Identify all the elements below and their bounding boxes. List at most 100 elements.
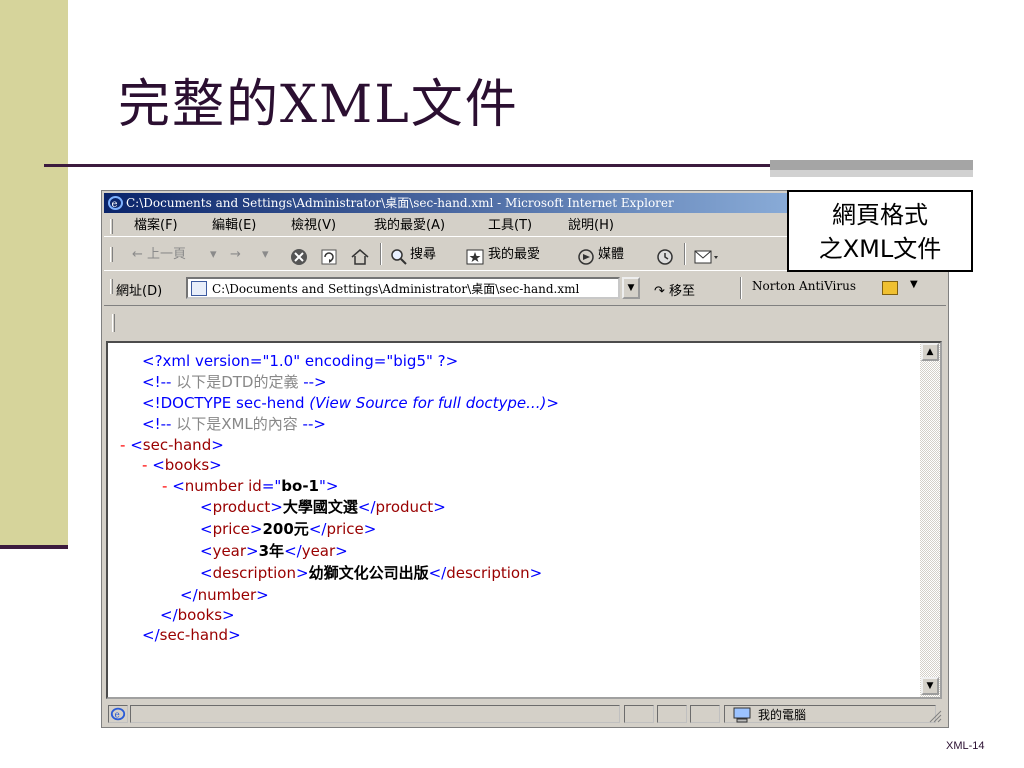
- callout-line-1: 網頁格式: [832, 201, 928, 229]
- search-button[interactable]: 搜尋: [410, 245, 436, 265]
- address-value[interactable]: C:\Documents and Settings\Administrator\…: [212, 280, 602, 297]
- tag-name: description: [446, 564, 530, 582]
- resize-grip-icon[interactable]: [928, 709, 942, 723]
- stop-icon[interactable]: [290, 247, 308, 267]
- status-bar: e 我的電腦: [104, 703, 946, 725]
- favorites-icon: [466, 249, 484, 265]
- tag-name: sec-hand: [142, 436, 212, 454]
- menu-edit[interactable]: 編輯(E): [212, 215, 256, 237]
- media-button[interactable]: 媒體: [598, 245, 624, 265]
- menu-favorites[interactable]: 我的最愛(A): [374, 215, 445, 237]
- tag-name: year: [212, 542, 247, 560]
- tag-name: books: [177, 606, 223, 624]
- back-button[interactable]: ← 上一頁: [132, 245, 186, 265]
- chevron-down-icon[interactable]: ▼: [910, 279, 918, 290]
- tag-name: price: [212, 520, 250, 538]
- go-arrow-icon: ↷: [654, 284, 665, 299]
- mail-icon[interactable]: [694, 247, 720, 267]
- element-value: 大學國文選: [282, 498, 358, 516]
- scroll-down-button[interactable]: ▼: [921, 677, 939, 695]
- norton-antivirus-label[interactable]: Norton AntiVirus: [752, 279, 856, 293]
- toolbar-grip[interactable]: [110, 247, 113, 262]
- menu-grip[interactable]: [110, 219, 113, 234]
- computer-icon: [733, 707, 751, 723]
- collapse-toggle[interactable]: -: [142, 456, 147, 474]
- slide-title: 完整的XML文件: [118, 75, 519, 135]
- refresh-icon[interactable]: [320, 247, 338, 267]
- doctype-open: <!DOCTYPE sec-hend: [142, 394, 310, 412]
- xml-close-number: </number>: [180, 586, 269, 604]
- media-icon: [578, 249, 594, 265]
- menu-tools[interactable]: 工具(T): [488, 215, 532, 237]
- norton-icon[interactable]: [882, 281, 898, 295]
- search-icon: [391, 249, 407, 265]
- svg-text:e: e: [112, 199, 118, 210]
- slide-left-accent-bar: [0, 0, 68, 548]
- document-view[interactable]: <?xml version="1.0" encoding="big5" ?> <…: [106, 341, 942, 699]
- tag-name: number: [184, 477, 244, 495]
- security-zone-label: 我的電腦: [758, 708, 807, 722]
- menu-help[interactable]: 說明(H): [568, 215, 614, 237]
- address-bar: 網址(D) C:\Documents and Settings\Administ…: [104, 273, 946, 303]
- toolbar-separator: [684, 243, 686, 265]
- doctype-close: >: [546, 394, 559, 412]
- view-source-link[interactable]: (View Source for full doctype...): [309, 394, 546, 412]
- status-text-panel: [130, 705, 620, 723]
- page-icon: [191, 281, 207, 296]
- callout-line-2: 之XML文件: [818, 235, 942, 263]
- back-dropdown-button[interactable]: ▾: [210, 245, 217, 265]
- xml-close-books: </books>: [160, 606, 235, 624]
- favorites-button[interactable]: 我的最愛: [488, 245, 540, 265]
- svg-text:e: e: [114, 711, 119, 721]
- comment-close: -->: [302, 415, 326, 433]
- tag-name: sec-hand: [159, 626, 229, 644]
- address-label: 網址(D): [116, 284, 163, 299]
- toolbar-separator: [380, 243, 382, 265]
- xml-element-year: <year>3年</year>: [200, 542, 348, 560]
- collapse-toggle[interactable]: -: [162, 477, 167, 495]
- element-value: 200元: [262, 520, 309, 538]
- tag-name: year: [301, 542, 336, 560]
- tag-name: product: [375, 498, 434, 516]
- home-icon[interactable]: [350, 247, 370, 267]
- ie-page-icon: e: [108, 705, 128, 723]
- comment-close: -->: [303, 373, 327, 391]
- element-value: 3年: [258, 542, 285, 560]
- address-dropdown-button[interactable]: ▼: [622, 277, 640, 299]
- go-button[interactable]: ↷ 移至: [654, 280, 695, 299]
- element-value: 幼獅文化公司出版: [308, 564, 429, 582]
- scroll-up-button[interactable]: ▲: [921, 343, 939, 361]
- slide-left-accent-rule: [0, 545, 68, 549]
- menu-file[interactable]: 檔案(F): [134, 215, 178, 237]
- comment-open: <!--: [142, 415, 172, 433]
- menu-view[interactable]: 檢視(V): [291, 215, 336, 237]
- go-label: 移至: [669, 284, 696, 299]
- attribute-name: id: [248, 477, 262, 495]
- forward-button[interactable]: →: [230, 245, 241, 265]
- vertical-scrollbar[interactable]: ▲ ▼: [920, 343, 940, 697]
- status-zone-panel: [724, 705, 936, 723]
- comment-open: <!--: [142, 373, 172, 391]
- xml-declaration: <?xml version="1.0" encoding="big5" ?>: [142, 351, 458, 371]
- address-input[interactable]: C:\Documents and Settings\Administrator\…: [186, 277, 620, 299]
- address-grip[interactable]: [110, 279, 113, 294]
- title-rule-accent-light: [770, 170, 973, 177]
- tag-name: product: [212, 498, 271, 516]
- ie-logo-icon: e: [108, 196, 123, 210]
- xml-element-sec-hand: - <sec-hand>: [120, 436, 224, 454]
- history-icon[interactable]: [654, 247, 676, 267]
- tag-name: price: [326, 520, 364, 538]
- tag-name: description: [212, 564, 296, 582]
- links-grip[interactable]: [112, 314, 115, 332]
- comment-text: 以下是XML的內容: [171, 415, 303, 433]
- xml-close-sec-hand: </sec-hand>: [142, 626, 241, 644]
- title-rule-accent: [770, 160, 973, 170]
- slide-number: XML-14: [946, 740, 985, 752]
- comment-text: 以下是DTD的定義: [171, 373, 304, 391]
- collapse-toggle[interactable]: -: [120, 436, 125, 454]
- tag-name: books: [164, 456, 210, 474]
- forward-dropdown-button[interactable]: ▾: [262, 245, 269, 265]
- xml-doctype: <!DOCTYPE sec-hend (View Source for full…: [142, 393, 559, 413]
- xml-element-number: - <number id="bo-1">: [162, 477, 339, 495]
- attribute-value: bo-1: [281, 477, 319, 495]
